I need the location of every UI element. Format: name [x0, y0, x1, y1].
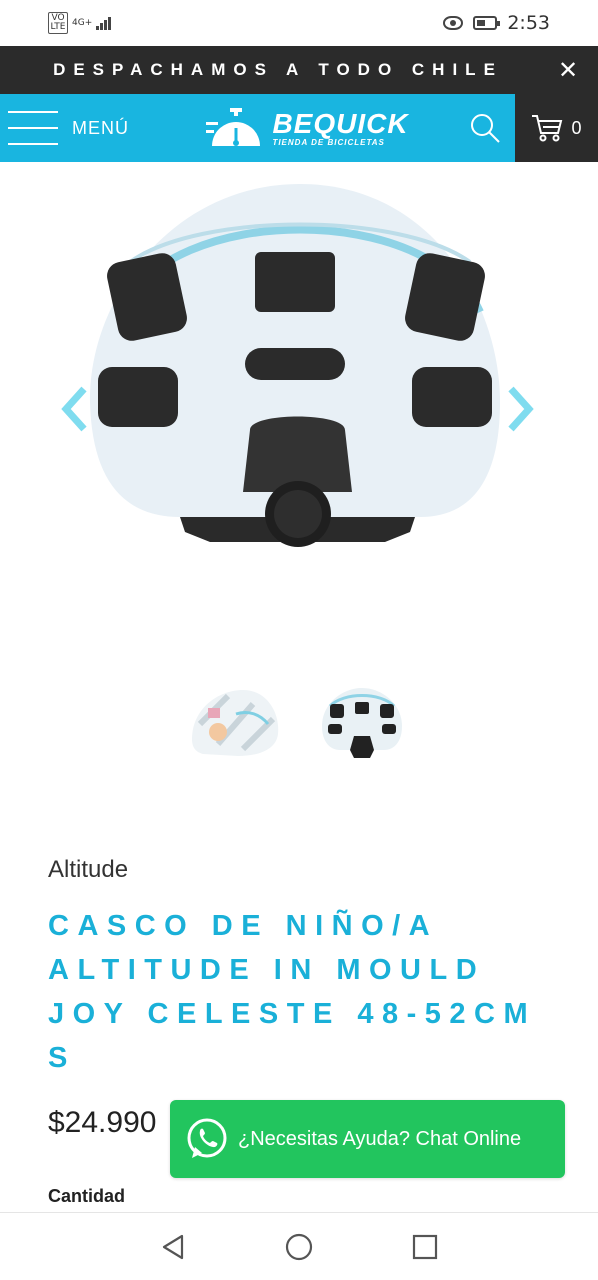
- cart-icon: [532, 115, 563, 142]
- chat-label: ¿Necesitas Ayuda? Chat Online: [238, 1127, 522, 1150]
- chevron-left-icon: [61, 386, 87, 432]
- thumbnail-strip: [0, 684, 598, 764]
- logo[interactable]: BEQUICK TIENDA DE BICICLETAS: [160, 94, 455, 162]
- back-button[interactable]: [153, 1227, 193, 1267]
- whatsapp-chat-button[interactable]: ¿Necesitas Ayuda? Chat Online: [170, 1100, 565, 1178]
- chevron-right-icon: [508, 386, 534, 432]
- product-price: $24.990: [48, 1106, 157, 1139]
- announcement-bar: DESPACHAMOS A TODO CHILE ✕: [0, 46, 598, 94]
- logo-text: BEQUICK TIENDA DE BICICLETAS: [272, 107, 409, 147]
- search-icon: [471, 114, 500, 143]
- network-label: 4G+: [72, 17, 93, 28]
- whatsapp-icon: [187, 1118, 227, 1158]
- back-icon: [162, 1234, 184, 1259]
- status-left: VO LTE 4G+: [48, 12, 112, 34]
- quantity-label: Cantidad: [48, 1186, 126, 1206]
- status-bar: VO LTE 4G+ 2:53: [0, 0, 598, 46]
- home-icon: [285, 1233, 313, 1260]
- announcement-text: DESPACHAMOS A TODO CHILE: [53, 60, 503, 79]
- hamburger-icon: [8, 111, 58, 145]
- search-button[interactable]: [455, 94, 515, 162]
- thumbnail-helmet-side[interactable]: [188, 684, 284, 764]
- product-title: CASCO DE NIÑO/A ALTITUDE IN MOULD JOY CE…: [48, 910, 537, 1074]
- battery-icon: [473, 16, 501, 30]
- cart-count: 0: [571, 117, 582, 138]
- product-gallery: [0, 162, 598, 652]
- status-right: 2:53: [443, 12, 550, 34]
- stopwatch-icon: [206, 108, 261, 146]
- network-indicator: 4G+: [72, 17, 93, 28]
- clock: 2:53: [507, 12, 550, 34]
- product-brand[interactable]: Altitude: [48, 856, 128, 884]
- home-button[interactable]: [279, 1227, 319, 1267]
- site-header: MENÚ BEQUICK TIENDA DE BICICLETAS 0: [0, 94, 598, 162]
- cart-button[interactable]: 0: [515, 94, 598, 162]
- menu-button[interactable]: MENÚ: [0, 94, 180, 162]
- menu-label: MENÚ: [72, 117, 129, 138]
- gallery-prev-button[interactable]: [60, 384, 90, 434]
- close-icon[interactable]: ✕: [538, 56, 598, 85]
- logo-subtitle: TIENDA DE BICICLETAS: [272, 137, 385, 147]
- gallery-next-button[interactable]: [505, 384, 535, 434]
- volte-icon: VO LTE: [48, 12, 68, 34]
- system-navigation-bar: [0, 1212, 598, 1280]
- page: VO LTE 4G+ 2:53 DESPACHAMOS A TODO CHILE …: [0, 0, 598, 1280]
- recents-icon: [412, 1234, 438, 1259]
- logo-name: BEQUICK: [272, 107, 409, 139]
- recents-button[interactable]: [405, 1227, 445, 1267]
- eye-icon: [443, 16, 464, 30]
- signal-icon: [96, 16, 112, 30]
- thumbnail-helmet-back[interactable]: [314, 684, 410, 764]
